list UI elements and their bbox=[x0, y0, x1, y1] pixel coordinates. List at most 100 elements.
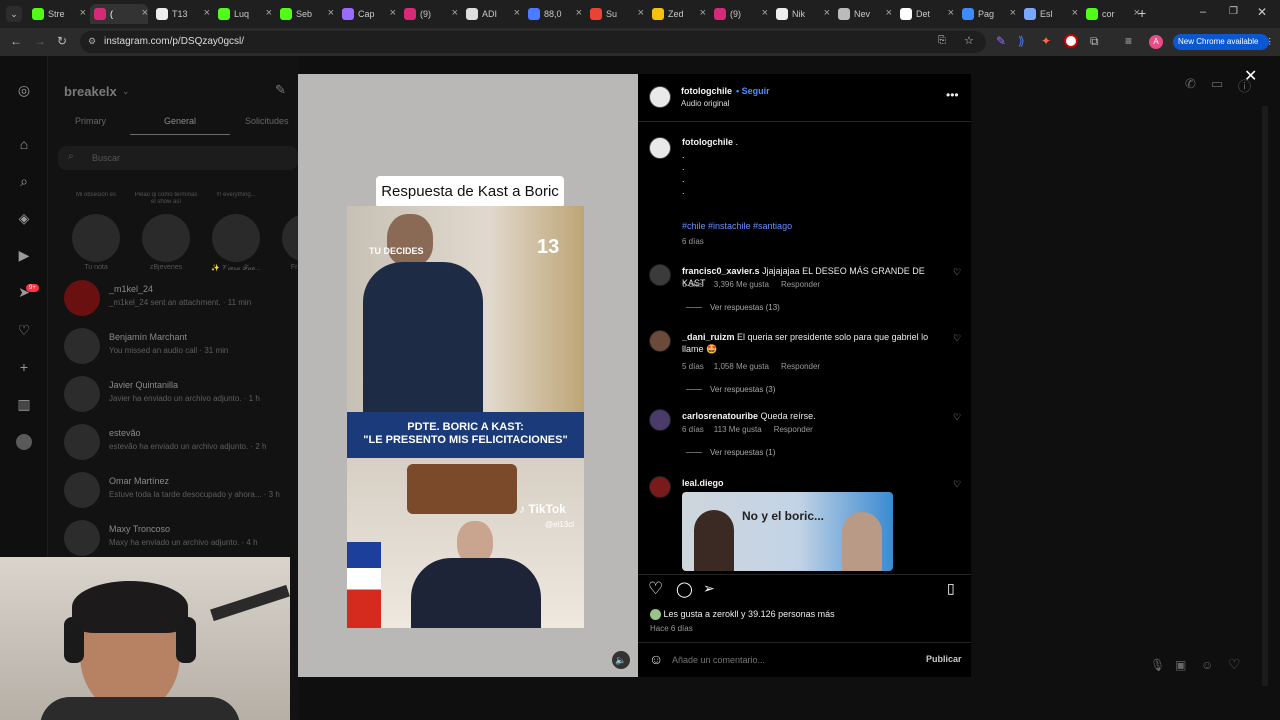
emoji-icon[interactable]: ☺ bbox=[649, 651, 663, 667]
tab-close-icon[interactable]: × bbox=[1010, 7, 1016, 19]
reply-button[interactable]: Responder bbox=[774, 425, 813, 434]
tab-close-icon[interactable]: × bbox=[266, 7, 272, 19]
new-chrome-available-button[interactable]: New Chrome available ⋮ bbox=[1173, 34, 1274, 50]
share-send-icon[interactable]: ➢ bbox=[703, 580, 715, 597]
conversation-row[interactable]: Benjamín Marchant You missed an audio cal… bbox=[64, 328, 304, 372]
comment-likes[interactable]: 1,058 Me gusta bbox=[714, 362, 769, 371]
compose-icon[interactable]: ✎ bbox=[275, 82, 286, 98]
tab-solicitudes[interactable]: Solicitudes bbox=[245, 116, 289, 126]
tab-close-icon[interactable]: × bbox=[204, 7, 210, 19]
extension-icon[interactable] bbox=[1064, 34, 1078, 48]
install-icon[interactable]: ⎘ bbox=[938, 35, 946, 46]
browser-tab[interactable]: Det × bbox=[896, 4, 954, 24]
address-bar[interactable]: ⚙ instagram.com/p/DSQzay0gcsl/ ⎘ ☆ bbox=[80, 31, 986, 53]
tab-close-icon[interactable]: × bbox=[700, 7, 706, 19]
new-tab-button[interactable]: + bbox=[1138, 5, 1146, 21]
scrollbar[interactable] bbox=[1262, 106, 1268, 686]
tab-close-icon[interactable]: × bbox=[80, 7, 86, 19]
comment-like-heart-icon[interactable]: ♡ bbox=[953, 333, 961, 344]
browser-tab[interactable]: ADI × bbox=[462, 4, 520, 24]
browser-tab[interactable]: T13 × bbox=[152, 4, 210, 24]
browser-tab[interactable]: Zed × bbox=[648, 4, 706, 24]
comment-likes[interactable]: 113 Me gusta bbox=[714, 425, 762, 434]
browser-tab[interactable]: Nev × bbox=[834, 4, 892, 24]
reels-icon[interactable]: ▶ bbox=[16, 247, 32, 263]
notifications-heart-icon[interactable]: ♡ bbox=[16, 322, 32, 338]
forward-icon[interactable]: → bbox=[34, 34, 46, 48]
extension-icon[interactable]: ✎ bbox=[996, 34, 1006, 48]
video-frame[interactable]: TU DECIDES 13 PDTE. BORIC A KAST: "LE PR… bbox=[347, 206, 584, 628]
tab-close-icon[interactable]: × bbox=[762, 7, 768, 19]
commenter-avatar[interactable] bbox=[649, 409, 671, 431]
reading-list-icon[interactable]: ≡ bbox=[1125, 34, 1132, 48]
modal-close-icon[interactable]: ✕ bbox=[1244, 66, 1257, 86]
follow-button[interactable]: • Seguir bbox=[736, 86, 770, 96]
tab-close-icon[interactable]: × bbox=[142, 7, 148, 19]
tab-close-icon[interactable]: × bbox=[886, 7, 892, 19]
save-bookmark-icon[interactable]: ▯ bbox=[947, 580, 955, 597]
browser-tab[interactable]: Seb × bbox=[276, 4, 334, 24]
close-window-button[interactable]: ✕ bbox=[1257, 5, 1267, 19]
call-icon[interactable]: ✆ bbox=[1185, 76, 1196, 92]
browser-tab[interactable]: Su × bbox=[586, 4, 644, 24]
caption-user-link[interactable]: fotologchile bbox=[682, 137, 733, 147]
tab-close-icon[interactable]: × bbox=[638, 7, 644, 19]
explore-icon[interactable]: ◈ bbox=[16, 210, 32, 226]
like-heart-icon[interactable]: ♡ bbox=[648, 579, 663, 599]
comment-like-heart-icon[interactable]: ♡ bbox=[953, 412, 961, 423]
browser-tab[interactable]: cor × bbox=[1082, 4, 1140, 24]
tab-close-icon[interactable]: × bbox=[948, 7, 954, 19]
view-replies-button[interactable]: Ver respuestas (3) bbox=[686, 385, 775, 394]
extension-icon[interactable]: ✦ bbox=[1041, 34, 1051, 48]
comment-username[interactable]: _dani_ruizm bbox=[682, 332, 735, 342]
mute-toggle-icon[interactable]: 🔈 bbox=[612, 651, 630, 669]
extensions-puzzle-icon[interactable]: ⧉ bbox=[1090, 34, 1099, 49]
reply-button[interactable]: Responder bbox=[781, 362, 820, 371]
comment-username[interactable]: leal.diego bbox=[682, 478, 724, 488]
tab-close-icon[interactable]: × bbox=[328, 7, 334, 19]
browser-tab[interactable]: Cap × bbox=[338, 4, 396, 24]
profile-avatar[interactable]: A bbox=[1149, 35, 1163, 49]
tab-close-icon[interactable]: × bbox=[824, 7, 830, 19]
hashtags[interactable]: #chile #instachile #santiago bbox=[682, 221, 792, 231]
author-avatar[interactable] bbox=[649, 86, 671, 108]
back-icon[interactable]: ← bbox=[10, 34, 22, 48]
tab-close-icon[interactable]: × bbox=[452, 7, 458, 19]
conversation-row[interactable]: Omar Martínez Estuve toda la tarde desocu… bbox=[64, 472, 304, 516]
video-call-icon[interactable]: ▭ bbox=[1211, 76, 1223, 92]
minimize-button[interactable]: – bbox=[1200, 6, 1206, 18]
tab-general[interactable]: General bbox=[164, 116, 196, 126]
comment-input[interactable] bbox=[672, 650, 912, 670]
account-name[interactable]: breakelx bbox=[64, 84, 117, 99]
site-info-icon[interactable]: ⚙ bbox=[88, 36, 96, 47]
comment-like-heart-icon[interactable]: ♡ bbox=[953, 267, 961, 278]
sticker-icon[interactable]: ☺ bbox=[1201, 658, 1213, 672]
browser-tab[interactable]: Stre × bbox=[28, 4, 86, 24]
comment-attachment-image[interactable]: No y el boric... bbox=[682, 492, 893, 571]
author-username[interactable]: fotologchile bbox=[681, 86, 732, 96]
dashboard-icon[interactable]: ▥ bbox=[16, 396, 32, 412]
home-icon[interactable]: ⌂ bbox=[16, 136, 32, 152]
tab-close-icon[interactable]: × bbox=[390, 7, 396, 19]
view-replies-button[interactable]: Ver respuestas (1) bbox=[686, 448, 775, 457]
mic-icon[interactable]: 🎙 bbox=[1150, 658, 1165, 672]
publish-button[interactable]: Publicar bbox=[926, 654, 962, 664]
more-options-icon[interactable]: ••• bbox=[946, 88, 959, 102]
browser-tab[interactable]: Luq × bbox=[214, 4, 272, 24]
tab-close-icon[interactable]: × bbox=[514, 7, 520, 19]
comment-like-heart-icon[interactable]: ♡ bbox=[953, 479, 961, 490]
bookmark-star-icon[interactable]: ☆ bbox=[964, 34, 974, 47]
browser-tab[interactable]: (9) × bbox=[710, 4, 768, 24]
conversation-row[interactable]: estevão estevão ha enviado un archivo adj… bbox=[64, 424, 304, 468]
commenter-avatar[interactable] bbox=[649, 264, 671, 286]
comment-bubble-icon[interactable]: ◯ bbox=[676, 580, 693, 598]
browser-tab[interactable]: (× bbox=[90, 4, 148, 24]
tab-primary[interactable]: Primary bbox=[75, 116, 106, 126]
likes-text[interactable]: Les gusta a zerokll y 39.126 personas má… bbox=[664, 609, 835, 619]
browser-tab[interactable]: Esl × bbox=[1020, 4, 1078, 24]
commenter-avatar[interactable] bbox=[649, 476, 671, 498]
search-input[interactable]: ⌕ Buscar bbox=[58, 146, 298, 170]
caption-avatar[interactable] bbox=[649, 137, 671, 159]
create-plus-icon[interactable]: + bbox=[16, 359, 32, 375]
browser-tab[interactable]: Nik × bbox=[772, 4, 830, 24]
